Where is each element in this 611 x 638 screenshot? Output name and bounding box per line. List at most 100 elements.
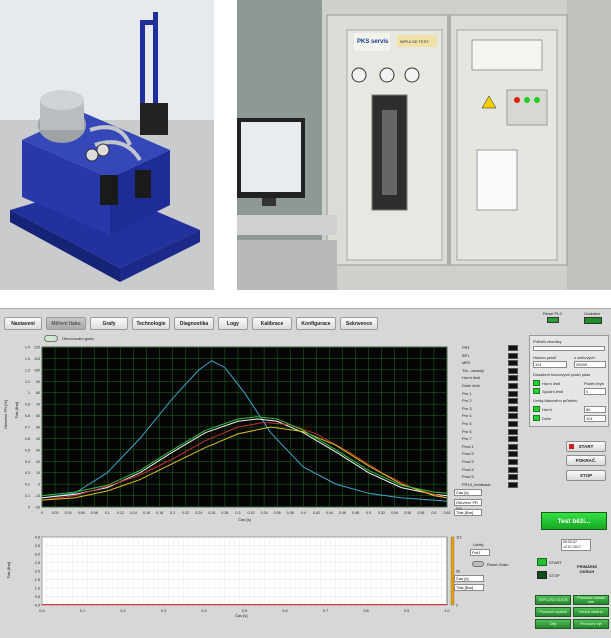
- legend-item: Pro 7: [462, 436, 472, 442]
- legend-swatch[interactable]: [508, 367, 518, 374]
- bottom-pressure-chart: 0.0 0.1 0.2 0.3 0.4 0.5 0.6 0.7 0.8 0.9 1.0 4.0 3.5 3…: [35, 536, 462, 614]
- legend-swatch[interactable]: [508, 421, 518, 427]
- bottom-x-tick-label: 0.7: [323, 609, 328, 613]
- tab-diagnostika[interactable]: Diagnostika: [174, 317, 214, 330]
- bottom-x-label: Čas [s]: [235, 613, 248, 618]
- reset-graph-label: Reset Grafu: [487, 562, 509, 567]
- legend-swatch[interactable]: [508, 352, 518, 359]
- legend-swatch[interactable]: [508, 466, 518, 473]
- tab-nastaveni[interactable]: Nastavení: [4, 317, 42, 330]
- bottom-pressure-field[interactable]: Tlak [Bar]: [454, 584, 484, 591]
- x-tick-label: 0.08: [91, 511, 98, 515]
- prubeh-label: Průběh zkoušky: [533, 339, 562, 344]
- start2-button[interactable]: [537, 558, 547, 566]
- ovladani-label: Ovládání: [584, 311, 601, 316]
- stop-button[interactable]: STOP: [566, 470, 606, 481]
- legend-swatch[interactable]: [508, 383, 518, 389]
- legend-swatch[interactable]: [508, 451, 518, 458]
- x-tick-label: 0.24: [195, 511, 202, 515]
- legend-swatch[interactable]: [508, 474, 518, 481]
- progress-bar: [533, 346, 605, 351]
- x-tick-label: 0.38: [287, 511, 294, 515]
- legend-swatch[interactable]: [508, 360, 518, 367]
- celkovych-value: 25000: [574, 361, 606, 368]
- tab-grafy[interactable]: Grafy: [90, 317, 128, 330]
- x-tick-label: 0.46: [339, 511, 346, 515]
- provozni-rozsah-button[interactable]: Provozní rozsah valv: [573, 595, 609, 605]
- bottom-x-tick-label: 0.6: [282, 609, 287, 613]
- limit-bar: [450, 536, 455, 606]
- legend-swatch[interactable]: [508, 481, 518, 488]
- x-tick-label: 0.02: [52, 511, 59, 515]
- tab-sekvence[interactable]: Seknvence: [340, 317, 378, 330]
- y-tick-label-right: 1.1: [25, 380, 30, 384]
- horni-value[interactable]: 80: [584, 406, 606, 413]
- x-tick-label: 0.56: [404, 511, 411, 515]
- tab-technologie[interactable]: Technologie: [132, 317, 170, 330]
- dolni-led: [533, 415, 540, 421]
- bottom-y-tick-label: 0.5: [35, 595, 40, 599]
- provozni-vyt-button[interactable]: Provozní vyt: [573, 619, 609, 629]
- legend-item: Pro 3: [462, 405, 472, 411]
- limit-label: Limity: [473, 542, 484, 547]
- legend-swatch[interactable]: [508, 390, 518, 397]
- legend-item: Pro 5: [462, 421, 472, 426]
- tab-konfigurace[interactable]: Konfigurace: [296, 317, 336, 330]
- legend-item: Prod 4: [462, 466, 474, 472]
- horni-limit-label: Horní limit: [542, 381, 561, 386]
- olej-button[interactable]: Olej: [535, 619, 571, 629]
- y-tick-label-left: 110: [34, 357, 40, 361]
- dolni-value[interactable]: 113: [584, 415, 606, 422]
- legend-swatch[interactable]: [508, 428, 518, 435]
- primarni-okruh-label: PRIMÁRNÍ OKRUH: [577, 564, 597, 574]
- hruba-obrana-button[interactable]: Hrubá obrana: [573, 607, 609, 617]
- date-time-display: 09:02:47 12.07.2017: [561, 539, 591, 551]
- horni-led: [533, 406, 540, 412]
- legend-swatch[interactable]: [508, 436, 518, 443]
- legend-swatch[interactable]: [508, 375, 518, 382]
- y-tick-label-right: 0.9: [25, 403, 30, 407]
- x-tick-label: 0.04: [65, 511, 72, 515]
- legend-swatch[interactable]: [508, 413, 518, 420]
- pokrac-button[interactable]: POKRAČ.: [566, 455, 606, 466]
- legend-swatch[interactable]: [508, 443, 518, 450]
- teplota-oleje-button[interactable]: TEPLOTA OLEJE: [535, 595, 571, 605]
- bottom-time-field[interactable]: Čas [s]: [454, 575, 484, 582]
- y-axis-label-bar: Tlak [Bar]: [14, 401, 19, 419]
- pocet-chyb-value: 0: [584, 388, 606, 395]
- legend-swatch[interactable]: [508, 345, 518, 351]
- y-tick-label-left: -10: [35, 494, 40, 498]
- legend-swatch[interactable]: [508, 398, 518, 405]
- legend-item: Prod 2: [462, 451, 474, 457]
- tab-kalibrace[interactable]: Kalibrace: [252, 317, 292, 330]
- cursor-time-field[interactable]: Čas [s]: [454, 489, 482, 496]
- legend-item: BP1: [462, 352, 470, 358]
- ovladani-toggle[interactable]: [584, 317, 602, 324]
- reset-plc-toggle[interactable]: [547, 317, 559, 323]
- cursor-pressure-field[interactable]: Tlak [Bar]: [454, 509, 482, 516]
- test-status-indicator: Test běží...: [541, 512, 607, 530]
- reset-graph-toggle[interactable]: [472, 561, 484, 567]
- pressure-chart: 0 0.02 0.04 0.06 0.08 0.1 0.12 0.14 0.16 0.18 0.2 0…: [25, 346, 451, 523]
- x-axis-label: Čas [s]: [238, 517, 250, 522]
- limit-select[interactable]: Prd1: [470, 549, 490, 556]
- y-tick-label-left: -20: [35, 506, 40, 510]
- y-tick-label-right: 1.2: [25, 368, 30, 372]
- stop2-button[interactable]: [537, 571, 547, 579]
- limity-label: Limity tlakového průběhu: [533, 398, 578, 403]
- legend-swatch[interactable]: [508, 459, 518, 465]
- tab-logy[interactable]: Logy: [218, 317, 248, 330]
- dolni-label: Dolní: [542, 416, 552, 421]
- bottom-y-tick-label: 4.0: [35, 536, 40, 540]
- legend-swatch[interactable]: [508, 405, 518, 412]
- cursor-open-field[interactable]: Otevření PR [%]: [454, 499, 482, 511]
- y-tick-label-left: 40: [36, 437, 40, 441]
- bottom-x-tick-label: 0.8: [363, 609, 368, 613]
- tab-mereni-tlaku[interactable]: Měření tlaku: [46, 317, 86, 330]
- provozni-teplota-button[interactable]: Provozní teplota: [535, 607, 571, 617]
- dosazeni-label: Dosažení koncových pulsů plstu: [533, 372, 591, 377]
- x-tick-label: 0.34: [261, 511, 268, 515]
- y-tick-label-right: 0.2: [25, 483, 30, 487]
- hotovo-value: 114: [533, 361, 567, 368]
- bottom-x-tick-label: 0.3: [161, 609, 166, 613]
